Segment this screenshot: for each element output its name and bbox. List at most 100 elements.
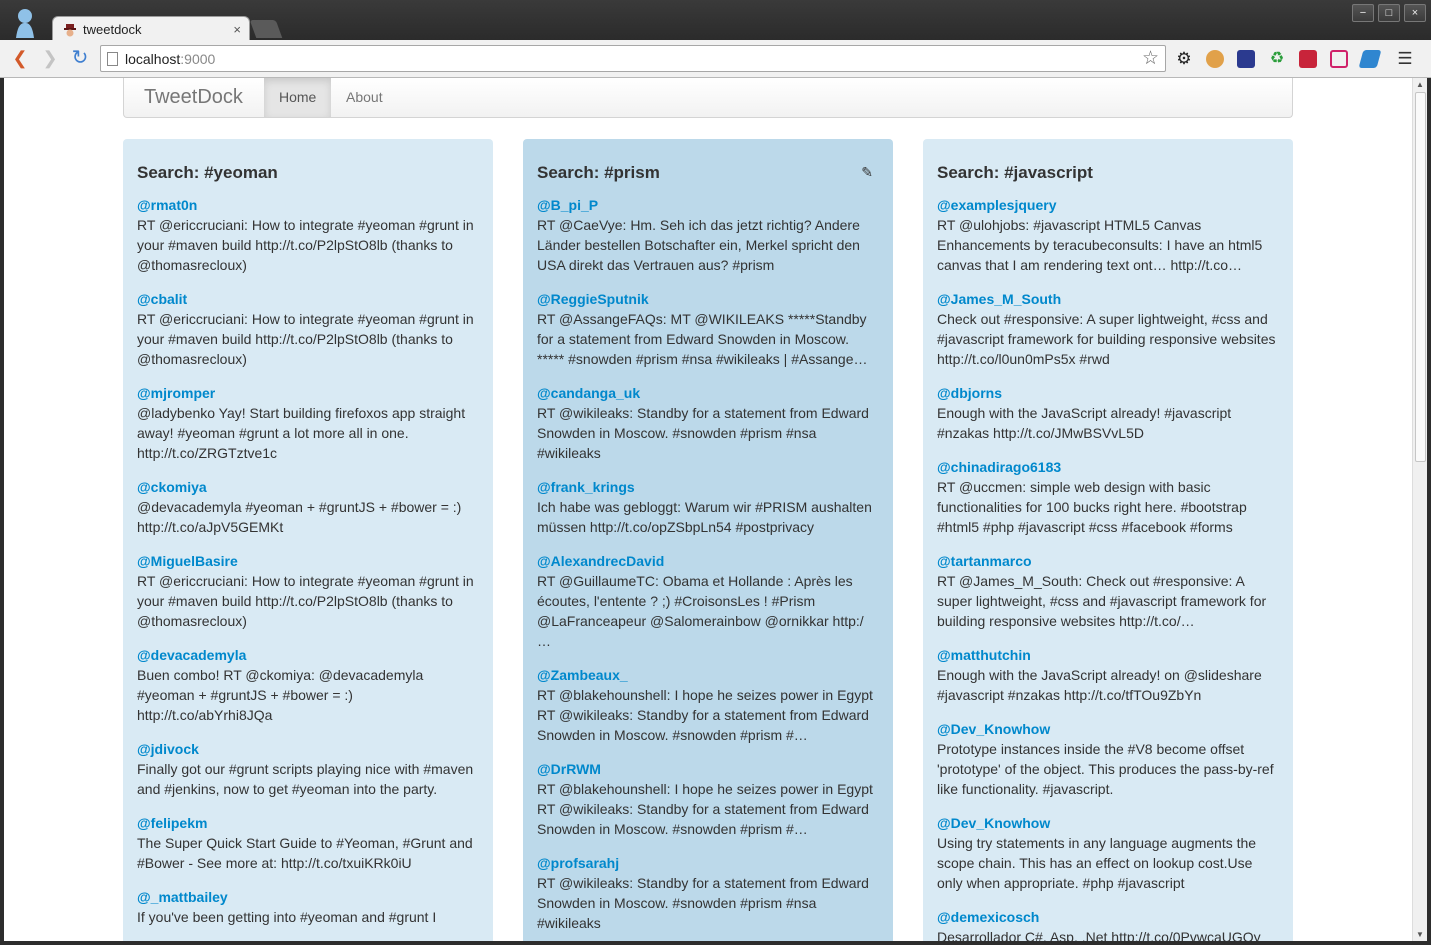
search-column-prism: Search: #prism ✎ @B_pi_P RT @CaeVye: Hm. … [523,139,893,941]
page-viewport: TweetDock Home About Search: #yeoman @rm… [4,78,1412,941]
tweet-text: RT @ericcruciani: How to integrate #yeom… [137,573,474,629]
tweet-text: Using try statements in any language aug… [937,835,1257,891]
tweet-username-link[interactable]: @devacademyla [137,645,479,665]
tweet-username-link[interactable]: @ckomiya [137,477,479,497]
tweet-username-link[interactable]: @cbalit [137,289,479,309]
tweet-item: @mjromper @ladybenko Yay! Start building … [137,383,479,463]
tweet-item: @felipekm The Super Quick Start Guide to … [137,813,479,873]
page-icon [107,52,118,66]
tweet-text: RT @ericcruciani: How to integrate #yeom… [137,217,474,273]
settings-gear-icon[interactable]: ⚙ [1175,50,1193,68]
reload-icon[interactable]: ↻ [68,46,92,70]
capture-extension-icon[interactable] [1330,50,1348,68]
profile-icon[interactable] [10,6,40,38]
tweet-text: RT @ericcruciani: How to integrate #yeom… [137,311,474,367]
tweet-username-link[interactable]: @B_pi_P [537,195,879,215]
tweet-username-link[interactable]: @rmat0n [137,195,479,215]
maximize-button[interactable]: □ [1378,4,1400,22]
nav-home[interactable]: Home [264,78,332,117]
tweet-username-link[interactable]: @demexicosch [937,907,1279,927]
tweet-text: RT @James_M_South: Check out #responsive… [937,573,1267,629]
tweet-item: @tartanmarco RT @James_M_South: Check out… [937,551,1279,631]
tweet-item: @rmat0n RT @ericcruciani: How to integrat… [137,195,479,275]
tweetdock-favicon-icon [64,24,76,37]
tweet-text: Enough with the JavaScript already! #jav… [937,405,1232,441]
tweet-item: @devacademyla Buen combo! RT @ckomiya: @d… [137,645,479,725]
tweet-text: RT @blakehounshell: I hope he seizes pow… [537,781,873,837]
browser-window: tweetdock × − □ × ❮ ❯ ↻ localhost:9000 ☆… [0,0,1431,945]
bookmark-star-icon[interactable]: ☆ [1142,47,1159,70]
tweet-text: @devacademyla #yeoman + #gruntJS + #bowe… [137,499,462,535]
tweet-username-link[interactable]: @jdivock [137,739,479,759]
scroll-up-icon[interactable]: ▲ [1416,80,1424,89]
tweet-item: @B_pi_P RT @CaeVye: Hm. Seh ich das jetzt… [537,195,879,275]
tab-close-icon[interactable]: × [233,22,241,37]
page-scrollbar[interactable]: ▲ ▼ [1412,78,1427,941]
tweet-text: RT @wikileaks: Standby for a statement f… [537,875,869,931]
tweet-username-link[interactable]: @Dev_Knowhow [937,719,1279,739]
tweet-text: The Super Quick Start Guide to #Yeoman, … [137,835,473,871]
tweet-item: @examplesjquery RT @ulohjobs: #javascript… [937,195,1279,275]
tweet-username-link[interactable]: @DrRWM [537,759,879,779]
tweet-text: Prototype instances inside the #V8 becom… [937,741,1274,797]
tweet-username-link[interactable]: @MiguelBasire [137,551,479,571]
tweet-item: @James_M_South Check out #responsive: A s… [937,289,1279,369]
browser-toolbar: ❮ ❯ ↻ localhost:9000 ☆ ⚙ ♻ ☰ [0,40,1431,78]
tweet-item: @DrRWM RT @blakehounshell: I hope he seiz… [537,759,879,839]
search-column-yeoman: Search: #yeoman @rmat0n RT @ericcruciani:… [123,139,493,941]
tweet-item: @matthutchin Enough with the JavaScript a… [937,645,1279,705]
tweet-text: RT @AssangeFAQs: MT @WIKILEAKS *****Stan… [537,311,868,367]
menu-icon[interactable]: ☰ [1396,50,1414,68]
tweet-username-link[interactable]: @ReggieSputnik [537,289,879,309]
tweet-item: @ReggieSputnik RT @AssangeFAQs: MT @WIKIL… [537,289,879,369]
tweet-item: @Zambeaux_ RT @blakehounshell: I hope he … [537,665,879,745]
tweet-username-link[interactable]: @dbjorns [937,383,1279,403]
tweet-username-link[interactable]: @frank_krings [537,477,879,497]
tweet-item: @jdivock Finally got our #grunt scripts p… [137,739,479,799]
tweet-item: @MiguelBasire RT @ericcruciani: How to in… [137,551,479,631]
address-bar[interactable]: localhost:9000 ☆ [100,45,1166,72]
tab-title: tweetdock [83,22,142,37]
red-extension-icon[interactable] [1299,50,1317,68]
tweet-item: @Dev_Knowhow Using try statements in any … [937,813,1279,893]
edit-icon[interactable]: ✎ [861,164,873,181]
cookie-extension-icon[interactable] [1206,50,1224,68]
tweet-username-link[interactable]: @tartanmarco [937,551,1279,571]
tweet-username-link[interactable]: @Zambeaux_ [537,665,879,685]
tweet-text: RT @CaeVye: Hm. Seh ich das jetzt richti… [537,217,860,273]
browser-tab[interactable]: tweetdock × [52,16,250,42]
forward-icon[interactable]: ❯ [38,46,62,70]
new-tab-button[interactable] [249,20,283,38]
tweet-username-link[interactable]: @chinadirago6183 [937,457,1279,477]
tweet-username-link[interactable]: @AlexandrecDavid [537,551,879,571]
tweet-text: RT @uccmen: simple web design with basic… [937,479,1247,535]
tweet-item: @dbjorns Enough with the JavaScript alrea… [937,383,1279,443]
tweet-username-link[interactable]: @mjromper [137,383,479,403]
tweet-text: RT @GuillaumeTC: Obama et Hollande : Apr… [537,573,864,649]
close-window-button[interactable]: × [1404,4,1426,22]
back-icon[interactable]: ❮ [8,46,32,70]
url-text[interactable]: localhost:9000 [125,51,215,67]
tweet-username-link[interactable]: @candanga_uk [537,383,879,403]
brand-logo[interactable]: TweetDock [144,86,243,109]
tweet-text: RT @blakehounshell: I hope he seizes pow… [537,687,873,743]
nav-about[interactable]: About [331,78,398,117]
tweet-username-link[interactable]: @profsarahj [537,853,879,873]
tweet-text: Finally got our #grunt scripts playing n… [137,761,474,797]
tweet-username-link[interactable]: @felipekm [137,813,479,833]
tweet-text: @ladybenko Yay! Start building firefoxos… [137,405,466,461]
tweet-username-link[interactable]: @James_M_South [937,289,1279,309]
extension-icon[interactable] [1237,50,1255,68]
scroll-down-icon[interactable]: ▼ [1416,930,1424,939]
scrollbar-thumb[interactable] [1415,92,1426,462]
blue-extension-icon[interactable] [1358,50,1382,68]
tweet-text: Check out #responsive: A super lightweig… [937,311,1276,367]
tweet-username-link[interactable]: @examplesjquery [937,195,1279,215]
tweet-username-link[interactable]: @_mattbailey [137,887,479,907]
green-extension-icon[interactable]: ♻ [1268,50,1286,68]
tweet-username-link[interactable]: @matthutchin [937,645,1279,665]
minimize-button[interactable]: − [1352,4,1374,22]
column-title: Search: #yeoman [137,163,278,182]
top-navbar: TweetDock Home About [123,78,1293,118]
tweet-username-link[interactable]: @Dev_Knowhow [937,813,1279,833]
